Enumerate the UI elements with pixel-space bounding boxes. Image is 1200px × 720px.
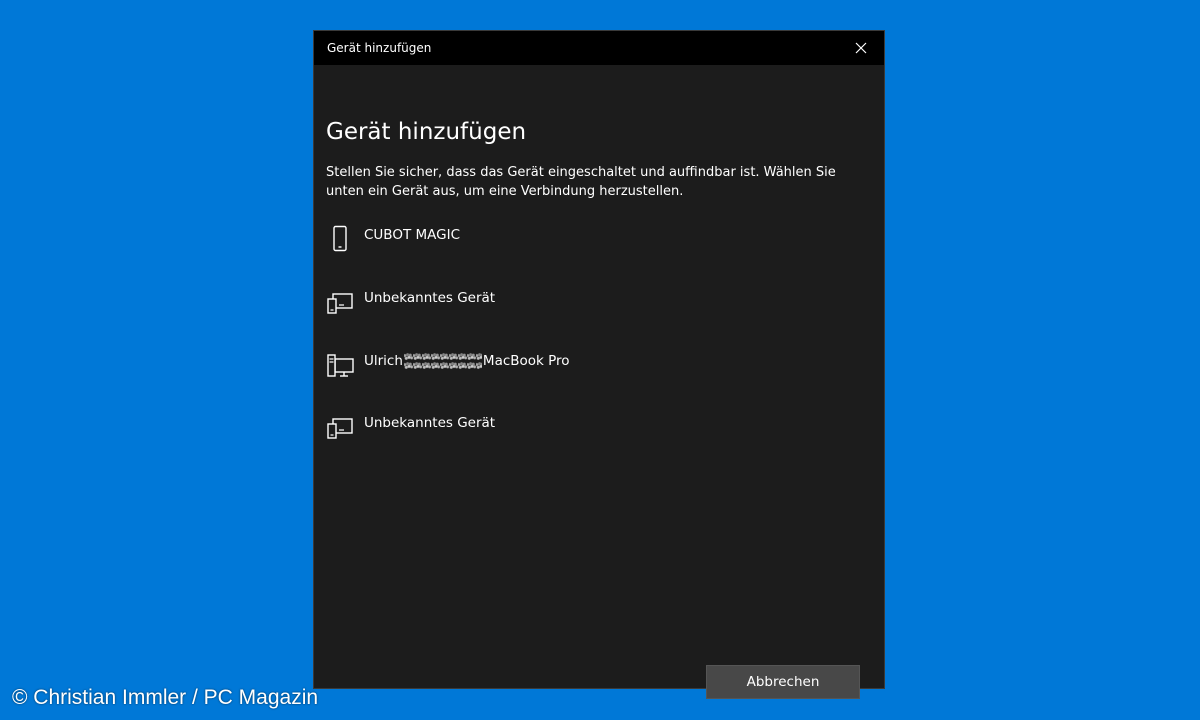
copyright-watermark: © Christian Immler / PC Magazin bbox=[12, 686, 319, 709]
cancel-button[interactable]: Abbrechen bbox=[706, 665, 860, 699]
computer-icon bbox=[326, 350, 354, 378]
device-name: Ulrich MacBook Pro bbox=[364, 352, 570, 370]
device-name: Unbekanntes Gerät bbox=[364, 415, 496, 431]
device-name: CUBOT MAGIC bbox=[364, 227, 461, 243]
window-title: Gerät hinzufügen bbox=[327, 41, 432, 55]
device-item-macbook-pro[interactable]: Ulrich MacBook Pro bbox=[326, 350, 874, 398]
title-bar: Gerät hinzufügen bbox=[314, 31, 884, 65]
device-name: Unbekanntes Gerät bbox=[364, 290, 496, 306]
device-icon bbox=[326, 413, 354, 441]
device-icon bbox=[326, 288, 354, 316]
device-item-cubot-magic[interactable]: CUBOT MAGIC bbox=[326, 225, 874, 273]
phone-icon bbox=[326, 225, 354, 253]
device-item-unknown-1[interactable]: Unbekanntes Gerät bbox=[326, 288, 874, 336]
redacted-text bbox=[403, 352, 482, 370]
device-item-unknown-2[interactable]: Unbekanntes Gerät bbox=[326, 413, 874, 461]
device-name-prefix: Ulrich bbox=[364, 353, 403, 369]
close-button[interactable] bbox=[838, 31, 884, 65]
device-name-suffix: MacBook Pro bbox=[482, 353, 570, 369]
dialog-description: Stellen Sie sicher, dass das Gerät einge… bbox=[326, 165, 836, 199]
add-device-dialog: Gerät hinzufügen Gerät hinzufügen Stelle… bbox=[313, 30, 885, 699]
close-icon bbox=[855, 42, 867, 54]
dialog-heading: Gerät hinzufügen bbox=[326, 119, 527, 145]
